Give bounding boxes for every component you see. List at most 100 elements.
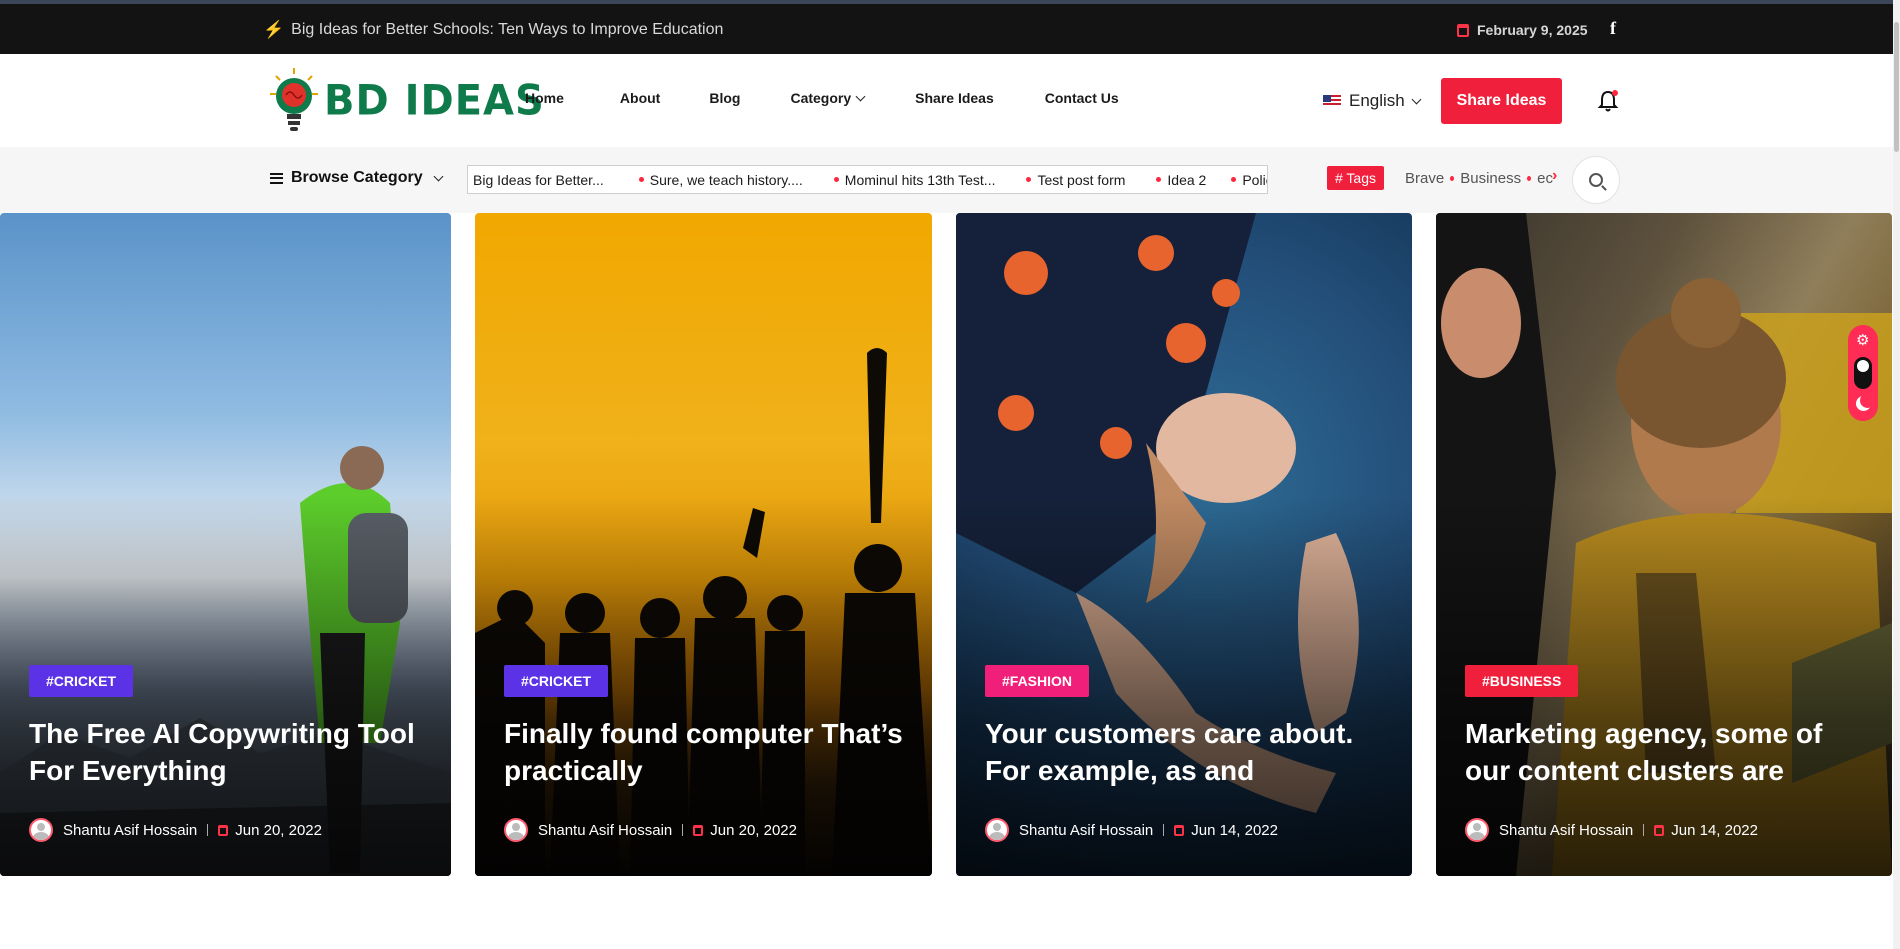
category-badge[interactable]: #BUSINESS bbox=[1465, 665, 1579, 697]
lightning-icon: ⚡ bbox=[263, 20, 285, 39]
facebook-icon[interactable]: f bbox=[1610, 18, 1616, 39]
divider bbox=[1163, 824, 1165, 836]
search-button[interactable] bbox=[1572, 156, 1620, 204]
breaking-news[interactable]: ⚡ Big Ideas for Better Schools: Ten Ways… bbox=[263, 20, 723, 40]
nav-share-ideas[interactable]: Share Ideas bbox=[915, 90, 994, 106]
bullet-icon bbox=[638, 177, 644, 182]
logo-text: BD IDEAS bbox=[324, 76, 545, 126]
ticker-item-label: Test post form bbox=[1037, 171, 1126, 188]
calendar-icon bbox=[1457, 23, 1469, 37]
chevron-down-icon bbox=[855, 91, 866, 101]
ticker-item-label: Sure, we teach history.... bbox=[649, 171, 803, 188]
nav-blog[interactable]: Blog bbox=[709, 90, 740, 106]
ticker-item[interactable]: Sure, we teach history.... bbox=[638, 171, 803, 188]
theme-switcher: ⚙ bbox=[1848, 325, 1878, 421]
ticker-item-label: Mominul hits 13th Test... bbox=[844, 171, 996, 188]
ticker-item[interactable]: Polic bbox=[1231, 171, 1267, 188]
featured-post-card[interactable]: #FASHION Your customers care about. For … bbox=[956, 213, 1412, 876]
category-badge[interactable]: #CRICKET bbox=[504, 665, 609, 697]
main-nav: Home About Blog Category Share Ideas Con… bbox=[525, 90, 1169, 106]
calendar-icon bbox=[1174, 824, 1185, 836]
post-title[interactable]: Finally found computer That’s practicall… bbox=[504, 715, 904, 789]
current-date: February 9, 2025 bbox=[1457, 22, 1588, 38]
bullet-icon bbox=[1527, 176, 1532, 181]
calendar-icon bbox=[693, 824, 704, 836]
gear-icon[interactable]: ⚙ bbox=[1856, 331, 1869, 349]
ticker-item[interactable]: Big Ideas for Better... bbox=[473, 172, 604, 188]
divider bbox=[207, 824, 209, 836]
bullet-icon bbox=[1026, 177, 1032, 182]
nav-about[interactable]: About bbox=[620, 90, 660, 106]
post-author[interactable]: Shantu Asif Hossain bbox=[538, 822, 672, 839]
chevron-right-icon[interactable]: › bbox=[1552, 167, 1557, 185]
bullet-icon bbox=[1156, 177, 1162, 182]
featured-post-card[interactable]: #CRICKET Finally found computer That’s p… bbox=[475, 213, 932, 876]
post-meta: Shantu Asif Hossain Jun 20, 2022 bbox=[29, 818, 322, 842]
chevron-down-icon bbox=[433, 171, 444, 181]
language-selector[interactable]: English bbox=[1323, 91, 1422, 111]
bullet-icon bbox=[1450, 176, 1455, 181]
post-date: Jun 20, 2022 bbox=[710, 821, 797, 839]
tag-link[interactable]: ec bbox=[1537, 170, 1553, 187]
post-meta: Shantu Asif Hossain Jun 20, 2022 bbox=[504, 818, 797, 842]
avatar bbox=[1465, 818, 1489, 842]
search-icon bbox=[1589, 173, 1603, 187]
top-bar: ⚡ Big Ideas for Better Schools: Ten Ways… bbox=[0, 0, 1900, 54]
ticker-item-label: Idea 2 bbox=[1167, 171, 1207, 188]
breaking-news-text[interactable]: Big Ideas for Better Schools: Ten Ways t… bbox=[291, 21, 723, 39]
post-author[interactable]: Shantu Asif Hossain bbox=[63, 822, 197, 839]
bell-icon[interactable] bbox=[1597, 89, 1619, 113]
category-badge[interactable]: #FASHION bbox=[985, 665, 1090, 697]
news-ticker: Big Ideas for Better... Sure, we teach h… bbox=[467, 165, 1268, 194]
nav-contact-us[interactable]: Contact Us bbox=[1045, 90, 1119, 106]
post-meta: Shantu Asif Hossain Jun 14, 2022 bbox=[1465, 818, 1758, 842]
nav-category-label: Category bbox=[790, 90, 852, 106]
ticker-item[interactable]: Idea 2 bbox=[1156, 172, 1206, 188]
post-author[interactable]: Shantu Asif Hossain bbox=[1499, 822, 1633, 839]
current-date-text: February 9, 2025 bbox=[1477, 22, 1588, 38]
nav-home[interactable]: Home bbox=[525, 90, 564, 106]
tags-badge: # Tags bbox=[1327, 166, 1384, 190]
post-date: Jun 20, 2022 bbox=[235, 821, 322, 839]
post-author[interactable]: Shantu Asif Hossain bbox=[1019, 822, 1153, 839]
avatar bbox=[504, 818, 528, 842]
calendar-icon bbox=[218, 824, 229, 836]
avatar bbox=[29, 818, 53, 842]
share-ideas-button[interactable]: Share Ideas bbox=[1441, 78, 1562, 124]
chevron-down-icon bbox=[1411, 94, 1422, 104]
featured-post-card[interactable]: #BUSINESS Marketing agency, some of our … bbox=[1436, 213, 1892, 876]
featured-post-card[interactable]: #CRICKET The Free AI Copywriting Tool Fo… bbox=[0, 213, 451, 876]
nav-category[interactable]: Category bbox=[790, 90, 866, 106]
moon-icon[interactable] bbox=[1860, 393, 1875, 408]
bullet-icon bbox=[833, 177, 839, 182]
avatar bbox=[985, 818, 1009, 842]
post-date: Jun 14, 2022 bbox=[1671, 821, 1758, 839]
browse-category-button[interactable]: Browse Category bbox=[270, 169, 444, 187]
divider bbox=[1643, 824, 1645, 836]
dark-mode-toggle[interactable] bbox=[1854, 357, 1872, 389]
menu-icon bbox=[270, 172, 283, 184]
lightbulb-brain-icon bbox=[270, 68, 318, 131]
category-badge[interactable]: #CRICKET bbox=[29, 665, 134, 697]
ticker-item-label: Polic bbox=[1242, 171, 1267, 188]
site-logo[interactable]: BD IDEAS bbox=[268, 66, 545, 136]
ticker-item[interactable]: Mominul hits 13th Test... bbox=[833, 171, 996, 188]
post-date: Jun 14, 2022 bbox=[1191, 821, 1278, 839]
divider bbox=[682, 824, 684, 836]
post-title[interactable]: Your customers care about. For example, … bbox=[985, 715, 1385, 789]
calendar-icon bbox=[1654, 824, 1665, 836]
us-flag-icon bbox=[1323, 95, 1341, 107]
category-bar: Browse Category Big Ideas for Better... … bbox=[0, 147, 1900, 213]
browse-category-label: Browse Category bbox=[291, 169, 423, 186]
post-title[interactable]: Marketing agency, some of our content cl… bbox=[1465, 715, 1865, 789]
tag-link[interactable]: Business bbox=[1460, 170, 1521, 187]
ticker-item[interactable]: Test post form bbox=[1026, 172, 1125, 188]
post-title[interactable]: The Free AI Copywriting Tool For Everyth… bbox=[29, 715, 429, 789]
scrollbar-thumb[interactable] bbox=[1894, 22, 1899, 152]
tags-list: Brave Business ec bbox=[1405, 170, 1553, 187]
tag-link[interactable]: Brave bbox=[1405, 170, 1444, 187]
post-meta: Shantu Asif Hossain Jun 14, 2022 bbox=[985, 818, 1278, 842]
bullet-icon bbox=[1231, 177, 1237, 182]
ticker-item-label: Big Ideas for Better... bbox=[473, 171, 604, 188]
language-label: English bbox=[1349, 91, 1405, 110]
